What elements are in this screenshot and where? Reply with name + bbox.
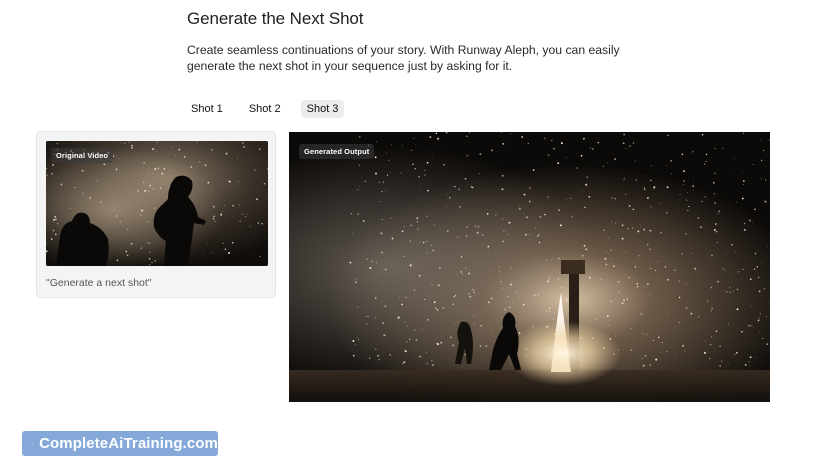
- original-video-label: Original Video: [51, 148, 114, 163]
- input-card: Original Video "Generate a next shot": [36, 131, 276, 298]
- generated-output-label: Generated Output: [299, 144, 375, 159]
- generated-output-video[interactable]: Generated Output: [289, 132, 770, 402]
- sparkle-logo-icon: [32, 442, 34, 445]
- watermark-badge[interactable]: CompleteAiTraining.com: [22, 431, 218, 456]
- generated-output-frame: [289, 132, 770, 402]
- tab-shot-1[interactable]: Shot 1: [185, 100, 229, 118]
- page-description: Create seamless continuations of your st…: [187, 43, 620, 73]
- tab-shot-3[interactable]: Shot 3: [300, 100, 345, 118]
- page-title: Generate the Next Shot: [187, 9, 364, 28]
- original-video[interactable]: Original Video: [46, 141, 268, 266]
- shot-tabs: Shot 1 Shot 2 Shot 3: [185, 100, 345, 118]
- watermark-text: CompleteAiTraining.com: [39, 435, 218, 452]
- prompt-text: "Generate a next shot": [46, 277, 152, 289]
- tab-shot-2[interactable]: Shot 2: [243, 100, 287, 118]
